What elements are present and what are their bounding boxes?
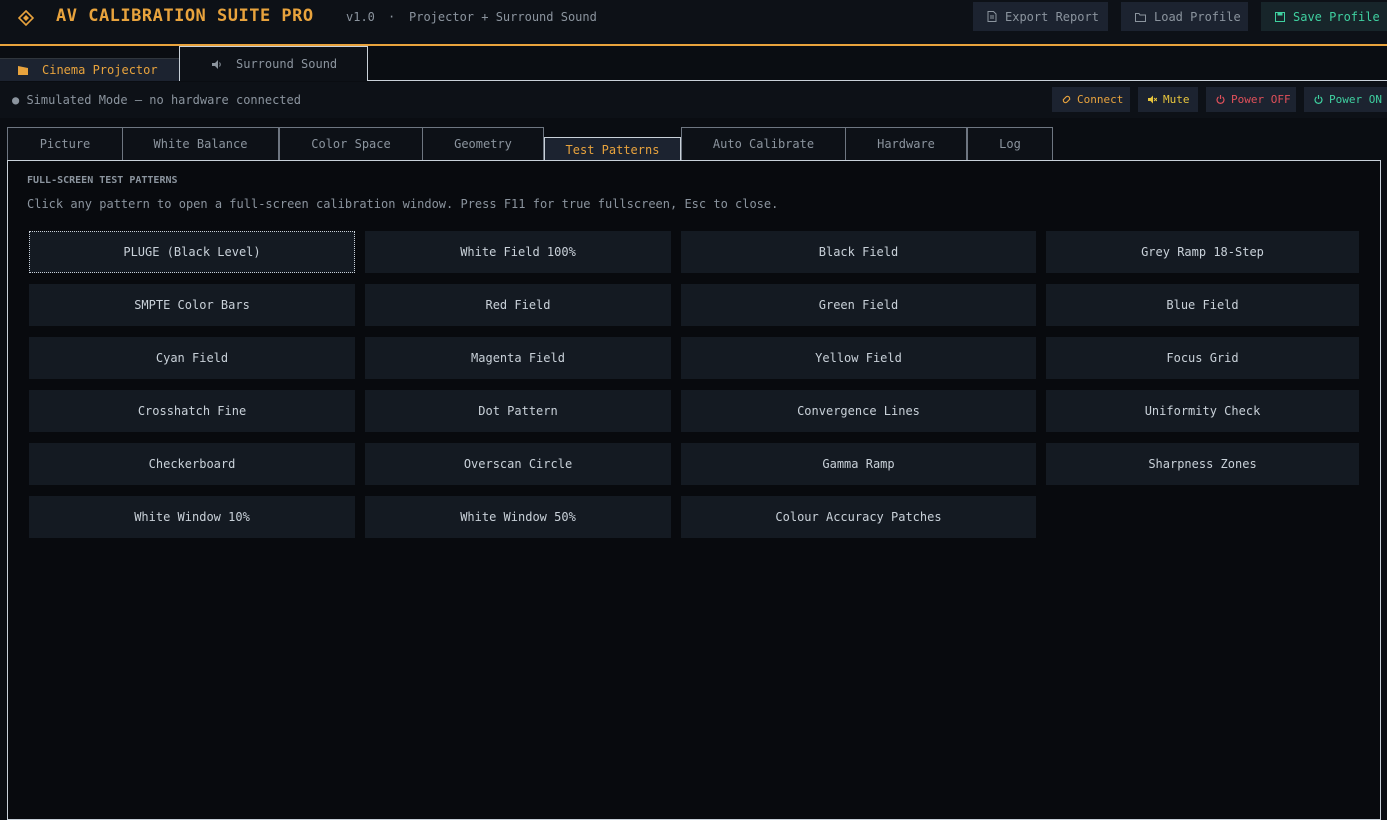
tab-surround-sound-label: Surround Sound: [236, 57, 338, 71]
connection-status: ● Simulated Mode — no hardware connected: [12, 93, 301, 107]
projector-icon: [18, 65, 28, 75]
pattern-button-cyan-field[interactable]: Cyan Field: [29, 337, 355, 379]
pattern-button-dot-pattern[interactable]: Dot Pattern: [365, 390, 671, 432]
logo-icon: [18, 10, 34, 26]
pattern-button-white-window-50[interactable]: White Window 50%: [365, 496, 671, 538]
tab-test-patterns[interactable]: Test Patterns: [544, 137, 681, 161]
pattern-button-convergence[interactable]: Convergence Lines: [681, 390, 1036, 432]
mute-label: Mute: [1163, 93, 1190, 106]
tab-cinema-projector[interactable]: Cinema Projector: [0, 58, 179, 81]
pattern-button-pluge[interactable]: PLUGE (Black Level): [29, 231, 355, 273]
document-icon: [987, 11, 997, 22]
pattern-button-focus-grid[interactable]: Focus Grid: [1046, 337, 1359, 379]
app-header: AV CALIBRATION SUITE PRO v1.0 · Projecto…: [0, 0, 1387, 46]
power-icon: [1314, 95, 1323, 104]
tab-cinema-projector-label: Cinema Projector: [42, 63, 158, 77]
pattern-button-white-window-10[interactable]: White Window 10%: [29, 496, 355, 538]
mute-icon: [1148, 95, 1157, 104]
power-on-button[interactable]: Power ON: [1304, 87, 1387, 112]
pattern-button-grey-ramp[interactable]: Grey Ramp 18-Step: [1046, 231, 1359, 273]
pattern-button-black-field[interactable]: Black Field: [681, 231, 1036, 273]
connect-button[interactable]: Connect: [1052, 87, 1130, 112]
pattern-button-red-field[interactable]: Red Field: [365, 284, 671, 326]
app-subtitle: Projector + Surround Sound: [409, 10, 597, 24]
tab-color-space[interactable]: Color Space: [279, 127, 423, 160]
mute-button[interactable]: Mute: [1138, 87, 1198, 112]
pattern-button-magenta-field[interactable]: Magenta Field: [365, 337, 671, 379]
speaker-icon: [212, 59, 221, 69]
load-profile-label: Load Profile: [1154, 9, 1241, 24]
tab-divider: [368, 80, 1387, 81]
pattern-button-uniformity[interactable]: Uniformity Check: [1046, 390, 1359, 432]
pattern-button-green-field[interactable]: Green Field: [681, 284, 1036, 326]
pattern-button-blue-field[interactable]: Blue Field: [1046, 284, 1359, 326]
tab-log[interactable]: Log: [967, 127, 1053, 160]
tab-auto-calibrate[interactable]: Auto Calibrate: [681, 127, 846, 160]
save-profile-label: Save Profile: [1293, 9, 1380, 24]
tab-picture[interactable]: Picture: [7, 127, 123, 160]
folder-icon: [1135, 12, 1146, 22]
save-icon: [1275, 11, 1285, 22]
pattern-button-smpte-bars[interactable]: SMPTE Color Bars: [29, 284, 355, 326]
pattern-button-colour-accuracy[interactable]: Colour Accuracy Patches: [681, 496, 1036, 538]
section-title: FULL-SCREEN TEST PATTERNS: [27, 175, 178, 186]
tab-surround-sound[interactable]: Surround Sound: [179, 46, 368, 81]
pattern-button-gamma-ramp[interactable]: Gamma Ramp: [681, 443, 1036, 485]
status-bar: ● Simulated Mode — no hardware connected…: [0, 82, 1387, 118]
app-version: v1.0: [346, 10, 375, 24]
load-profile-button[interactable]: Load Profile: [1121, 2, 1248, 31]
connect-label: Connect: [1077, 93, 1124, 106]
tab-hardware[interactable]: Hardware: [845, 127, 967, 160]
power-icon: [1216, 95, 1225, 104]
tab-white-balance[interactable]: White Balance: [122, 127, 279, 160]
power-off-label: Power OFF: [1231, 93, 1291, 106]
pattern-button-white-field[interactable]: White Field 100%: [365, 231, 671, 273]
link-icon: [1062, 95, 1071, 104]
header-separator: ·: [388, 10, 396, 24]
power-on-label: Power ON: [1329, 93, 1382, 106]
pattern-button-checkerboard[interactable]: Checkerboard: [29, 443, 355, 485]
device-tabs: Cinema Projector Surround Sound: [0, 46, 1387, 82]
export-report-button[interactable]: Export Report: [973, 2, 1108, 31]
app-title: AV CALIBRATION SUITE PRO: [56, 6, 314, 26]
pattern-button-overscan[interactable]: Overscan Circle: [365, 443, 671, 485]
tab-geometry[interactable]: Geometry: [422, 127, 544, 160]
power-off-button[interactable]: Power OFF: [1206, 87, 1296, 112]
export-report-label: Export Report: [1005, 9, 1099, 24]
pattern-button-yellow-field[interactable]: Yellow Field: [681, 337, 1036, 379]
pattern-button-sharpness[interactable]: Sharpness Zones: [1046, 443, 1359, 485]
save-profile-button[interactable]: Save Profile: [1261, 2, 1387, 31]
section-description: Click any pattern to open a full-screen …: [27, 197, 779, 211]
pattern-button-crosshatch[interactable]: Crosshatch Fine: [29, 390, 355, 432]
